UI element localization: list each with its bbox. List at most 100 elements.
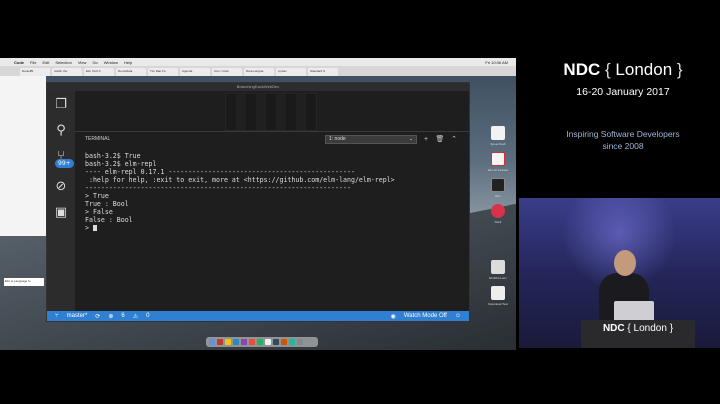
terminal-line: > True — [85, 192, 109, 200]
terminal-select-value: 1: node — [329, 136, 346, 142]
app-icon[interactable] — [491, 204, 505, 218]
browser-content[interactable] — [0, 76, 46, 236]
terminal-line: False : Bool — [85, 216, 133, 224]
app-icon[interactable] — [257, 339, 263, 345]
sync-icon[interactable]: ⟳ — [95, 313, 100, 320]
menu-item-view[interactable]: View — [78, 60, 87, 65]
brace-open: { — [605, 60, 611, 79]
dock — [206, 337, 318, 347]
conference-dates: 16-20 January 2017 — [576, 86, 670, 98]
smiley-icon[interactable]: ☺ — [455, 313, 461, 319]
search-icon[interactable]: ⚲ — [53, 123, 69, 139]
terminal-panel: TERMINAL 1: node ⌄ + 🗑 ⌃ bash-3.2$ True … — [75, 131, 469, 312]
menu-app-name[interactable]: Code — [14, 60, 24, 65]
terminal-output[interactable]: bash-3.2$ True bash-3.2$ elm-repl ---- e… — [75, 146, 469, 238]
terminal-cursor — [92, 225, 97, 231]
tagline-line: Inspiring Software Developers — [566, 129, 680, 139]
terminal-line: :help for help, :exit to exit, more at <… — [85, 176, 395, 184]
menu-item-help[interactable]: Help — [124, 60, 132, 65]
app-icon[interactable] — [265, 339, 271, 345]
browser-tab[interactable]: Dara Langua — [244, 68, 274, 76]
app-icon[interactable] — [225, 339, 231, 345]
error-icon: ⊗ — [108, 313, 114, 320]
speaker-video: NDC { London } — [519, 198, 720, 348]
status-bar: ⑂ master* ⟳ ⊗ 6 ⚠ 0 ◉ Watch Mode Off ☺ — [47, 311, 469, 321]
browser-status-text[interactable]: Elm is Language fo — [4, 278, 44, 286]
terminal-select[interactable]: 1: node ⌄ — [325, 134, 417, 144]
desktop-icon-label: Download Test — [488, 302, 508, 306]
app-icon[interactable] — [289, 339, 295, 345]
conference-tagline: Inspiring Software Developers since 2008 — [548, 128, 698, 152]
panel-title[interactable]: TERMINAL — [85, 136, 110, 142]
app-icon[interactable] — [249, 339, 255, 345]
warning-count[interactable]: 0 — [146, 313, 149, 319]
menu-item-go[interactable]: Go — [92, 60, 97, 65]
browser-tab[interactable]: Tim Rao Fo — [148, 68, 178, 76]
terminal-line: True : Bool — [85, 200, 129, 208]
chevron-up-icon[interactable]: ⌃ — [449, 135, 459, 143]
browser-tab[interactable]: syntax — [276, 68, 306, 76]
debug-icon[interactable]: ⊘ — [53, 179, 69, 195]
warning-icon: ⚠ — [132, 313, 139, 320]
desktop-icon-label: Deck — [494, 220, 502, 224]
terminal-prompt: > — [85, 224, 93, 232]
browser-tab[interactable]: Agenda — [180, 68, 210, 76]
brace-close: } — [669, 323, 674, 334]
extensions-icon[interactable]: ▣ — [53, 205, 69, 221]
document-icon[interactable] — [491, 126, 505, 140]
app-icon[interactable] — [273, 339, 279, 345]
add-terminal-icon[interactable]: + — [421, 136, 431, 143]
window-title: BranchingDuckWebDev — [47, 83, 469, 91]
browser-tab[interactable]: Elm Tech F — [84, 68, 114, 76]
screen-icon[interactable] — [491, 178, 505, 192]
activity-bar: ❐ ⚲ ⑂ 99+ ⊘ ▣ — [47, 91, 75, 311]
menu-bar: Code File Edit Selection View Go Window … — [0, 58, 516, 66]
watch-mode-toggle[interactable]: Watch Mode Off — [404, 313, 447, 319]
explorer-icon[interactable]: ❐ — [53, 97, 69, 113]
conference-name: NDC — [563, 60, 601, 79]
menu-item-edit[interactable]: Edit — [42, 60, 49, 65]
folder-icon[interactable] — [491, 260, 505, 274]
browser-tab[interactable]: reddit: the — [52, 68, 82, 76]
menu-clock: Fri 10:06 AM — [485, 59, 508, 65]
trash-icon[interactable] — [297, 339, 303, 345]
lambda-icon[interactable] — [491, 152, 505, 166]
browser-tab[interactable]: Standard S — [308, 68, 338, 76]
conference-city: London — [615, 60, 673, 79]
browser-tab[interactable]: Icon / code — [212, 68, 242, 76]
app-icon[interactable] — [281, 339, 287, 345]
browser-tab-strip: DanielBr reddit: the Elm Tech F DemoData… — [0, 66, 516, 76]
browser-tab[interactable]: DanielBr — [20, 68, 50, 76]
menu-item-selection[interactable]: Selection — [55, 60, 71, 65]
eye-icon: ◉ — [390, 313, 396, 320]
podium-name: NDC — [602, 323, 625, 334]
menu-item-file[interactable]: File — [30, 60, 36, 65]
desktop-icon-label: SpeechLab — [490, 142, 506, 146]
desktop-icon-label: Elm — [495, 194, 501, 198]
brace-close: } — [676, 60, 683, 79]
branch-icon: ⑂ — [55, 313, 59, 319]
menu-item-window[interactable]: Window — [104, 60, 118, 65]
browser-tab[interactable]: DemoData — [116, 68, 146, 76]
app-icon[interactable] — [241, 339, 247, 345]
app-icon[interactable] — [217, 339, 223, 345]
chevron-down-icon: ⌄ — [408, 136, 413, 142]
editor-watermark — [225, 93, 317, 131]
finder-icon[interactable] — [209, 339, 215, 345]
terminal-line: > False — [85, 208, 113, 216]
podium-sign: NDC { London } — [581, 323, 695, 334]
speaker-head — [614, 250, 636, 276]
desktop-icons: SpeechLab Elm-UI Feature Elm Deck ElmRCL… — [482, 126, 514, 312]
trash-icon[interactable]: 🗑 — [435, 135, 445, 143]
vscode-window: BranchingDuckWebDev ❐ ⚲ ⑂ 99+ ⊘ ▣ TERMIN… — [46, 82, 470, 322]
brace-open: { — [627, 323, 631, 334]
podium-city: London — [633, 323, 667, 334]
app-icon[interactable] — [233, 339, 239, 345]
vscode-file-icon[interactable] — [491, 286, 505, 300]
editor-area[interactable] — [75, 91, 469, 131]
branch-name[interactable]: master* — [67, 313, 88, 319]
terminal-line: bash-3.2$ True — [85, 152, 141, 160]
terminal-line: ----------------------------------------… — [85, 184, 351, 192]
error-count[interactable]: 6 — [121, 313, 124, 319]
desktop-icon-label: Elm-UI Feature — [487, 168, 509, 172]
